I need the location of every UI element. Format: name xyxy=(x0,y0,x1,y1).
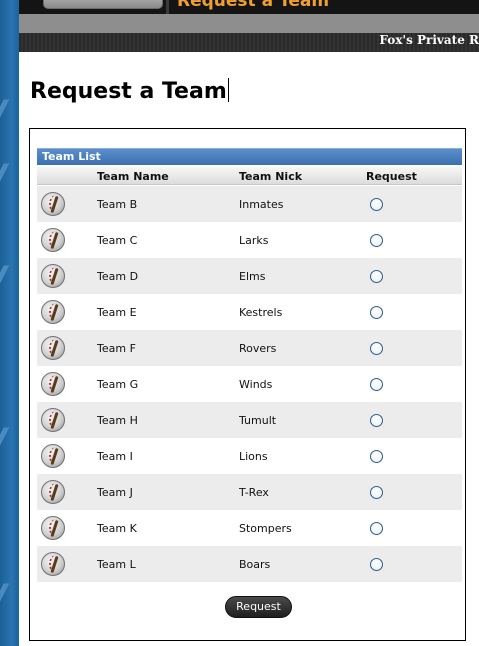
request-radio[interactable] xyxy=(370,270,383,283)
baseball-icon xyxy=(41,192,65,216)
baseball-icon xyxy=(41,264,65,288)
table-row: Team L Boars xyxy=(37,546,462,582)
request-radio[interactable] xyxy=(370,234,383,247)
request-radio[interactable] xyxy=(370,198,383,211)
team-name: Team E xyxy=(97,306,137,319)
team-nick: Stompers xyxy=(239,522,292,535)
team-name: Team L xyxy=(97,558,136,571)
team-nick: T-Rex xyxy=(239,486,269,499)
team-nick: Winds xyxy=(239,378,273,391)
table-row: Team C Larks xyxy=(37,222,462,258)
team-nick: Elms xyxy=(239,270,266,283)
site-bar: Fox's Private R xyxy=(19,33,479,52)
team-name: Team B xyxy=(97,198,138,211)
request-radio[interactable] xyxy=(370,306,383,319)
table-row: Team G Winds xyxy=(37,366,462,402)
page-title: Request a Team xyxy=(30,79,227,104)
strip-pattern: // xyxy=(0,96,18,122)
team-name: Team C xyxy=(97,234,138,247)
baseball-icon xyxy=(41,300,65,324)
left-decorative-strip: // // // // // xyxy=(0,0,19,646)
team-nick: Rovers xyxy=(239,342,277,355)
team-name: Team H xyxy=(97,414,138,427)
page-title-wrapper: Request a Team xyxy=(30,78,229,104)
team-name: Team F xyxy=(97,342,136,355)
team-nick: Boars xyxy=(239,558,271,571)
team-name: Team D xyxy=(97,270,139,283)
team-nick: Tumult xyxy=(239,414,277,427)
column-header-request: Request xyxy=(366,170,417,183)
strip-pattern: // xyxy=(0,580,18,606)
baseball-icon xyxy=(41,552,65,576)
request-button[interactable]: Request xyxy=(225,596,292,618)
request-radio[interactable] xyxy=(370,342,383,355)
top-header-bar: Request a Team xyxy=(19,0,479,14)
team-list-panel: Team List Team Name Team Nick Request Te… xyxy=(29,128,466,641)
strip-pattern: // xyxy=(0,160,18,186)
baseball-icon xyxy=(41,336,65,360)
team-nick: Lions xyxy=(239,450,268,463)
request-radio[interactable] xyxy=(370,522,383,535)
team-list-header: Team List xyxy=(37,148,462,165)
strip-pattern: // xyxy=(0,262,18,288)
column-headers: Team Name Team Nick Request xyxy=(37,167,462,185)
site-name: Fox's Private R xyxy=(379,33,479,47)
table-row: Team I Lions xyxy=(37,438,462,474)
text-caret xyxy=(227,78,229,102)
request-radio[interactable] xyxy=(370,486,383,499)
team-name: Team I xyxy=(97,450,133,463)
header-grey-band xyxy=(19,14,479,33)
team-name: Team J xyxy=(97,486,133,499)
baseball-icon xyxy=(41,480,65,504)
table-row: Team B Inmates xyxy=(37,186,462,222)
table-row: Team F Rovers xyxy=(37,330,462,366)
baseball-icon xyxy=(41,372,65,396)
team-rows: Team B Inmates Team C Larks Team D Elms … xyxy=(37,186,462,582)
column-header-team-nick: Team Nick xyxy=(239,170,303,183)
baseball-icon xyxy=(41,516,65,540)
baseball-icon xyxy=(41,228,65,252)
strip-pattern: // xyxy=(0,424,18,450)
request-radio[interactable] xyxy=(370,378,383,391)
request-radio[interactable] xyxy=(370,558,383,571)
team-nick: Inmates xyxy=(239,198,284,211)
team-name: Team G xyxy=(97,378,139,391)
baseball-icon xyxy=(41,408,65,432)
column-header-team-name: Team Name xyxy=(97,170,169,183)
header-tab[interactable] xyxy=(43,0,163,9)
table-row: Team D Elms xyxy=(37,258,462,294)
table-row: Team J T-Rex xyxy=(37,474,462,510)
team-nick: Larks xyxy=(239,234,269,247)
table-row: Team K Stompers xyxy=(37,510,462,546)
team-nick: Kestrels xyxy=(239,306,283,319)
baseball-icon xyxy=(41,444,65,468)
request-radio[interactable] xyxy=(370,414,383,427)
table-row: Team H Tumult xyxy=(37,402,462,438)
header-title: Request a Team xyxy=(177,0,330,11)
team-name: Team K xyxy=(97,522,137,535)
request-radio[interactable] xyxy=(370,450,383,463)
header-divider xyxy=(166,0,169,14)
table-row: Team E Kestrels xyxy=(37,294,462,330)
